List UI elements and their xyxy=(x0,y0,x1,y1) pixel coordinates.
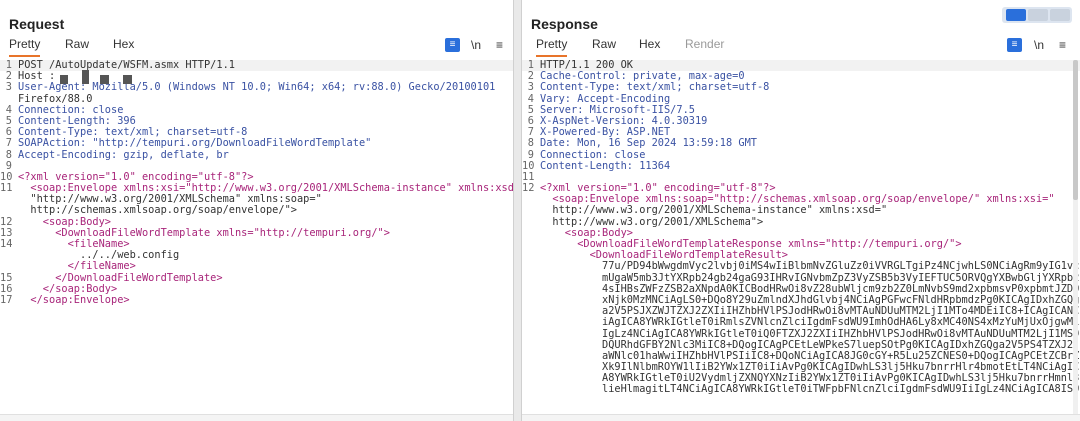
code-line: 17 </soap:Envelope> xyxy=(0,293,513,306)
code-line: http://schemas.xmlsoap.org/soap/envelope… xyxy=(0,205,513,216)
response-tab-hex[interactable]: Hex xyxy=(639,37,660,55)
line-number: 7 xyxy=(5,137,12,150)
line-text: iAgICA8YWRkIGtleT0iRmlsZVNlcnZlciIgdmFsd… xyxy=(540,316,1080,329)
wrap-icon[interactable]: ≡ xyxy=(1007,38,1022,52)
line-text: </soap:Envelope> xyxy=(18,293,130,306)
line-number: 17 xyxy=(0,293,13,306)
code-line: 3 User-Agent: Mozilla/5.0 (Windows NT 10.… xyxy=(0,82,513,93)
line-text: http://www.w3.org/2001/XMLSchema-instanc… xyxy=(540,204,888,217)
response-tab-raw[interactable]: Raw xyxy=(592,37,616,55)
response-tab-pretty[interactable]: Pretty xyxy=(536,37,568,57)
line-text: </fileName> xyxy=(18,260,136,273)
response-title: Response xyxy=(531,16,598,32)
line-text: 77u/PD94bWwgdmVyc2lvbj0iMS4wIiBlbmNvZGlu… xyxy=(540,260,1080,273)
request-tab-pretty[interactable]: Pretty xyxy=(9,37,41,57)
code-line: 1 POST /AutoUpdate/WSFM.asmx HTTP/1.1 xyxy=(0,59,513,72)
request-title: Request xyxy=(9,16,65,32)
line-text: SOAPAction: "http://tempuri.org/Download… xyxy=(18,137,372,150)
view-toggle xyxy=(1002,7,1072,23)
code-line: 8 Date: Mon, 16 Sep 2024 13:59:18 GMT xyxy=(522,138,1080,149)
request-footer xyxy=(0,414,513,421)
code-line: </fileName> xyxy=(0,261,513,272)
line-number: 3 xyxy=(5,81,12,94)
response-tab-render[interactable]: Render xyxy=(685,37,724,55)
redaction-mark xyxy=(82,70,89,84)
request-editor[interactable]: 1 POST /AutoUpdate/WSFM.asmx HTTP/1.1 2 Hos… xyxy=(0,59,513,306)
code-line: http://www.w3.org/2001/XMLSchema-instanc… xyxy=(522,205,1080,216)
line-text: Date: Mon, 16 Sep 2024 13:59:18 GMT xyxy=(540,137,757,150)
code-line: 10 Content-Length: 11364 xyxy=(522,159,1080,172)
line-text: Accept-Encoding: gzip, deflate, br xyxy=(18,148,229,161)
code-line: 9 Connection: close xyxy=(522,149,1080,161)
request-tab-hex[interactable]: Hex xyxy=(113,37,134,55)
line-number: 3 xyxy=(527,81,534,94)
redaction-mark xyxy=(123,75,132,84)
response-panel: Response Pretty Raw Hex Render ≡ \n ≡ 1H… xyxy=(522,0,1080,421)
code-line: 8 Accept-Encoding: gzip, deflate, br xyxy=(0,148,513,161)
menu-icon[interactable]: ≡ xyxy=(1059,38,1066,52)
vertical-view-icon[interactable] xyxy=(1050,9,1070,21)
response-editor[interactable]: 1 HTTP/1.1 200 OK 2 Cache-Control: private,… xyxy=(522,59,1080,396)
code-line: 77u/PD94bWwgdmVyc2lvbj0iMS4wIiBlbmNvZGlu… xyxy=(522,261,1080,272)
code-line: 3 Content-Type: text/xml; charset=utf-8 xyxy=(522,82,1080,93)
newline-icon[interactable]: \n xyxy=(471,38,481,52)
line-number: 12 xyxy=(522,182,535,195)
line-text: Content-Type: text/xml; charset=utf-8 xyxy=(540,81,770,94)
code-line: iAgICA8YWRkIGtleT0iRmlsZVNlcnZlciIgdmFsd… xyxy=(522,317,1080,328)
wrap-icon[interactable]: ≡ xyxy=(445,38,460,52)
line-text: Content-Length: 11364 xyxy=(540,159,671,172)
code-line: IgLz4NCiAgICA8YWRkIGtleT0iQ0FTZXJ2ZXIiIH… xyxy=(522,328,1080,340)
split-view-icon[interactable] xyxy=(1006,9,1026,21)
line-text: lieHlmagitLT4NCiAgICA8YWRkIGtleT0iTWFpbF… xyxy=(540,383,1080,396)
line-number: 11 xyxy=(0,182,13,195)
request-tab-raw[interactable]: Raw xyxy=(65,37,89,55)
code-line: lieHlmagitLT4NCiAgICA8YWRkIGtleT0iTWFpbF… xyxy=(522,384,1080,395)
newline-icon[interactable]: \n xyxy=(1034,38,1044,52)
request-panel: Request Pretty Raw Hex ≡ \n ≡ 1 POST /Aut… xyxy=(0,0,513,421)
horizontal-view-icon[interactable] xyxy=(1028,9,1048,21)
code-line: 7 SOAPAction: "http://tempuri.org/Downloa… xyxy=(0,138,513,149)
scroll-thumb[interactable] xyxy=(1073,60,1078,200)
redaction-mark xyxy=(60,75,68,84)
response-scrollbar[interactable] xyxy=(1073,60,1078,415)
line-number: 14 xyxy=(0,238,13,250)
pane-divider[interactable] xyxy=(513,0,522,421)
line-text: http://schemas.xmlsoap.org/soap/envelope… xyxy=(18,204,297,217)
line-number: 8 xyxy=(527,137,534,150)
response-footer xyxy=(522,414,1080,421)
redaction-mark xyxy=(100,75,109,84)
line-text: User-Agent: Mozilla/5.0 (Windows NT 10.0… xyxy=(18,81,496,94)
menu-icon[interactable]: ≡ xyxy=(496,38,503,52)
